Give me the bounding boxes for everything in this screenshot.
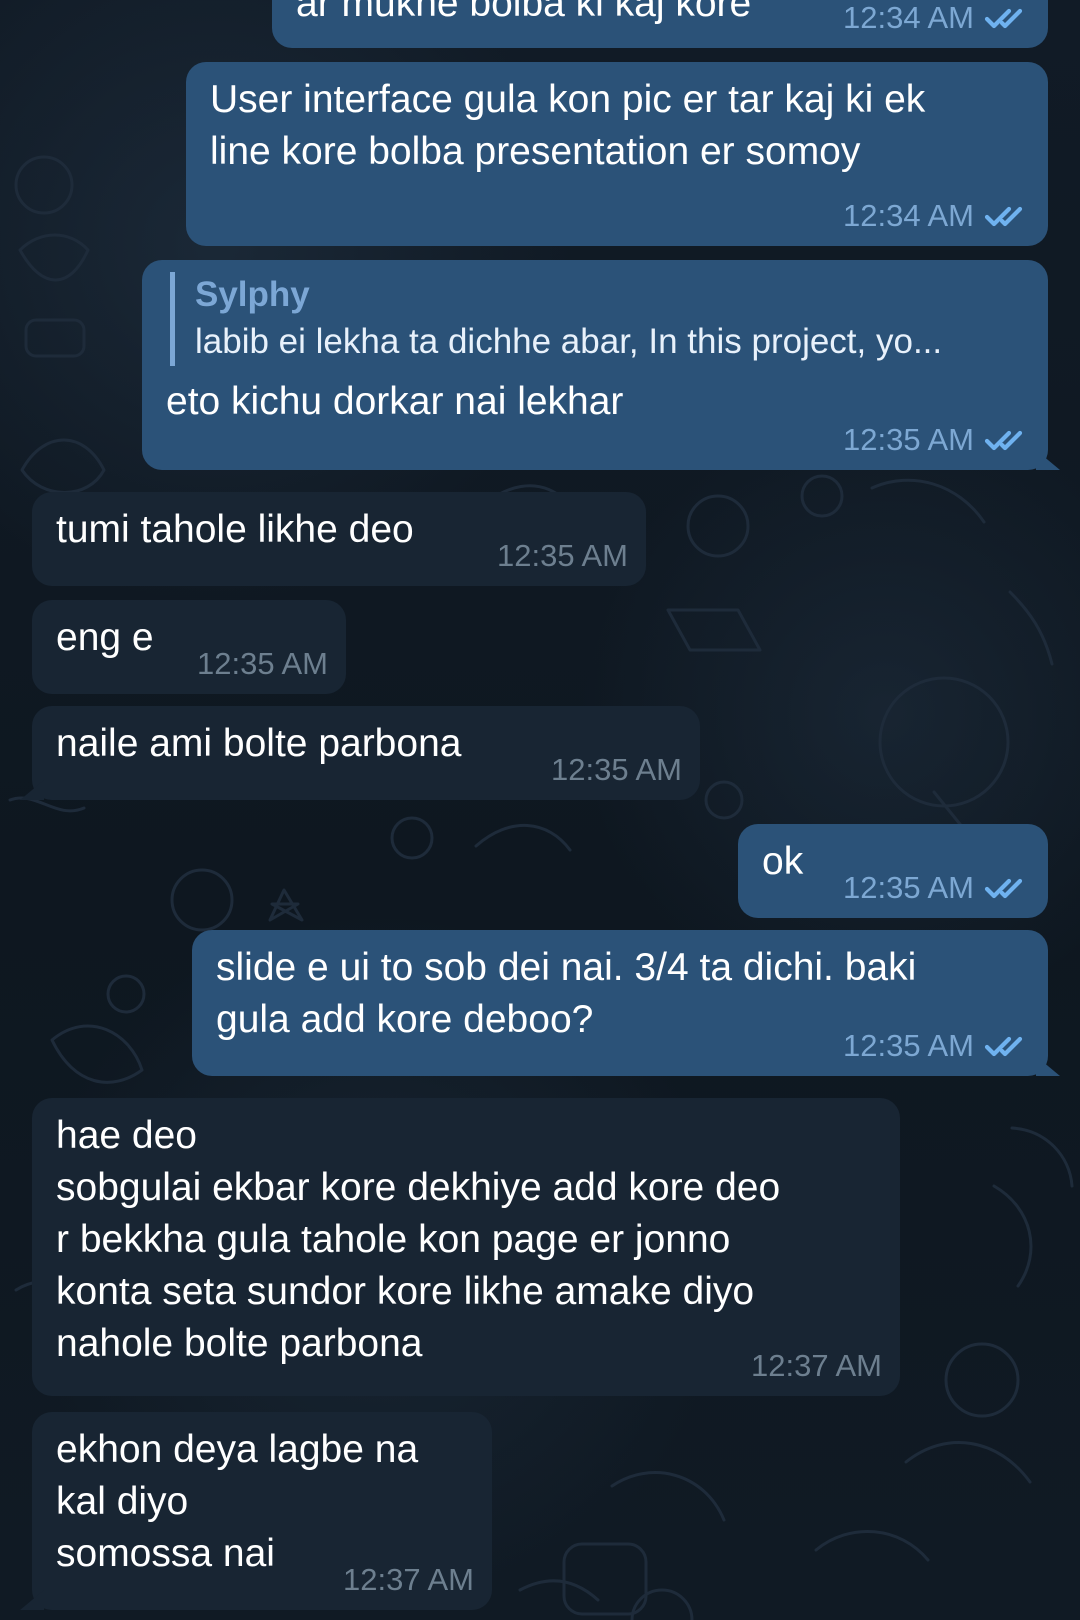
message-bubble-out-2[interactable]: User interface gula kon pic er tar kaj k… [186,62,1048,246]
message-bubble-out-3[interactable]: Sylphy labib ei lekha ta dichhe abar, In… [142,260,1048,470]
message-text: ok [762,840,804,883]
message-time: 12:35 AM [843,1028,974,1063]
double-check-icon [984,206,1023,227]
reply-author: Sylphy [195,275,310,314]
message-text: eng e [56,616,154,659]
message-time: 12:34 AM [843,0,974,35]
double-check-icon [984,430,1023,451]
message-bubble-in-4[interactable]: hae deo sobgulai ekbar kore dekhiye add … [32,1098,900,1396]
message-text: ekhon deya lagbe na kal diyo somossa nai [56,1428,419,1575]
message-time: 12:35 AM [843,870,974,905]
message-bubble-in-5[interactable]: ekhon deya lagbe na kal diyo somossa nai… [32,1412,492,1610]
message-bubble-in-1[interactable]: tumi tahole likhe deo 12:35 AM [32,492,646,586]
double-check-icon [984,878,1023,899]
reply-preview[interactable]: Sylphy labib ei lekha ta dichhe abar, In… [170,272,1022,366]
message-bubble-in-3[interactable]: naile ami bolte parbona 12:35 AM [32,706,700,800]
message-text: tumi tahole likhe deo [56,508,414,551]
message-bubble-out-5[interactable]: slide e ui to sob dei nai. 3/4 ta dichi.… [192,930,1048,1076]
message-text: naile ami bolte parbona [56,722,462,765]
double-check-icon [984,8,1023,29]
message-text: User interface gula kon pic er tar kaj k… [210,78,926,173]
message-bubble-out-1[interactable]: ar mukhe bolba ki kaj kore 12:34 AM [272,0,1048,48]
double-check-icon [984,1036,1023,1057]
message-bubble-out-4[interactable]: ok 12:35 AM [738,824,1048,918]
message-text: hae deo sobgulai ekbar kore dekhiye add … [56,1114,781,1365]
message-bubble-in-2[interactable]: eng e 12:35 AM [32,600,346,694]
message-time: 12:34 AM [843,198,974,233]
message-time: 12:37 AM [343,1562,474,1597]
message-time: 12:37 AM [751,1348,882,1383]
message-time: 12:35 AM [497,538,628,573]
reply-snippet: labib ei lekha ta dichhe abar, In this p… [195,322,943,361]
message-text: ar mukhe bolba ki kaj kore [296,0,752,25]
message-text: eto kichu dorkar nai lekhar [166,380,624,423]
message-time: 12:35 AM [843,422,974,457]
message-time: 12:35 AM [197,646,328,681]
message-time: 12:35 AM [551,752,682,787]
